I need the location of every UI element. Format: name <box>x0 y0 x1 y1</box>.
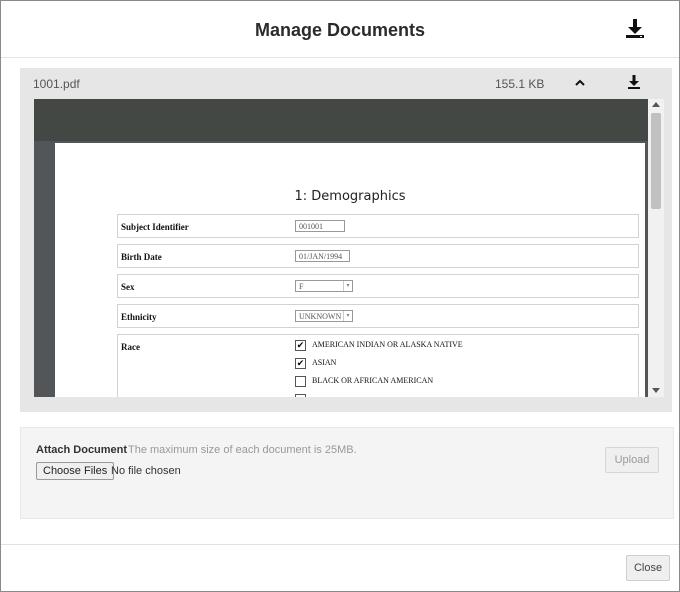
form-row-sex: Sex F ▾ <box>117 274 639 298</box>
form-row-race: Race ✔ AMERICAN INDIAN OR ALASKA NATIVE … <box>117 334 639 397</box>
form-row-ethnicity: Ethnicity UNKNOWN ▾ <box>117 304 639 328</box>
attach-size-hint: The maximum size of each document is 25M… <box>128 444 357 456</box>
dialog-title: Manage Documents <box>254 20 426 40</box>
field-label: Birth Date <box>121 252 162 262</box>
document-panel: 1001.pdf 155.1 KB 1: Demographics Subjec… <box>20 68 672 412</box>
chevron-up-icon[interactable] <box>573 76 587 90</box>
no-file-chosen-text: No file chosen <box>111 465 181 477</box>
race-checkbox <box>295 394 306 397</box>
race-option-label: AMERICAN INDIAN OR ALASKA NATIVE <box>312 340 463 349</box>
race-option-label: ASIAN <box>312 358 337 367</box>
scroll-thumb[interactable] <box>651 113 661 209</box>
upload-button[interactable]: Upload <box>605 447 659 473</box>
field-label: Subject Identifier <box>121 222 189 232</box>
chevron-down-icon: ▾ <box>343 281 352 291</box>
manage-documents-dialog: Manage Documents 1001.pdf 155.1 KB 1: De <box>0 0 680 592</box>
dialog-footer: Close <box>1 544 679 592</box>
viewer-scrollbar[interactable] <box>648 99 664 397</box>
document-name: 1001.pdf <box>33 77 80 91</box>
ethnicity-value: UNKNOWN <box>299 312 342 321</box>
race-checkbox <box>295 376 306 387</box>
download-icon[interactable] <box>626 74 642 90</box>
form-title: 1: Demographics <box>294 189 406 204</box>
race-checkbox: ✔ <box>295 340 306 351</box>
attach-document-panel: Attach Document The maximum size of each… <box>20 427 674 519</box>
subject-identifier-field: 001001 <box>295 220 345 232</box>
field-label: Ethnicity <box>121 312 157 322</box>
scroll-up-arrow-icon[interactable] <box>652 102 660 107</box>
pdf-page: 1: Demographics Subject Identifier 00100… <box>55 143 645 397</box>
form-row-subject-identifier: Subject Identifier 001001 <box>117 214 639 238</box>
field-label: Sex <box>121 282 135 292</box>
sex-select: F ▾ <box>295 280 353 292</box>
scroll-down-arrow-icon[interactable] <box>652 388 660 393</box>
dialog-header: Manage Documents <box>1 1 679 58</box>
document-bar: 1001.pdf 155.1 KB <box>20 68 672 98</box>
field-label: Race <box>121 342 140 352</box>
ethnicity-select: UNKNOWN ▾ <box>295 310 353 322</box>
choose-files-button[interactable]: Choose Files <box>36 462 115 480</box>
download-all-icon[interactable] <box>624 18 646 40</box>
chevron-down-icon: ▾ <box>343 311 352 321</box>
sex-value: F <box>299 282 304 291</box>
form-row-birth-date: Birth Date 01/JAN/1994 <box>117 244 639 268</box>
pdf-viewer[interactable]: 1: Demographics Subject Identifier 00100… <box>34 99 664 397</box>
race-option-label: BLACK OR AFRICAN AMERICAN <box>312 376 434 385</box>
birth-date-field: 01/JAN/1994 <box>295 250 350 262</box>
close-button[interactable]: Close <box>626 555 670 581</box>
pdf-viewer-toolbar <box>34 99 664 141</box>
race-checkbox: ✔ <box>295 358 306 369</box>
attach-document-label: Attach Document <box>36 444 128 456</box>
document-size: 155.1 KB <box>495 77 545 91</box>
